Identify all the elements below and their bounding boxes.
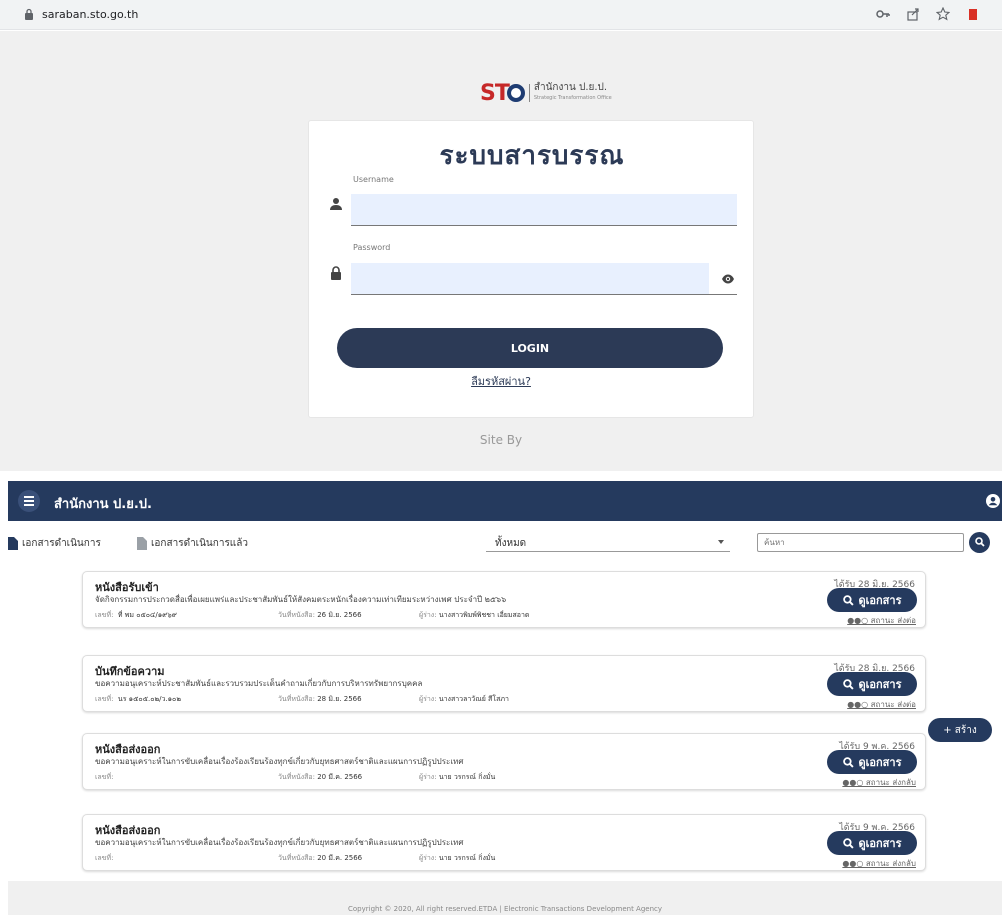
site-by-text: Site By <box>479 433 523 447</box>
username-label: Username <box>353 175 394 184</box>
browser-address-bar: saraban.sto.go.th <box>0 0 1002 30</box>
magnifier-icon <box>842 837 854 849</box>
magnifier-icon <box>974 537 985 547</box>
status-link[interactable]: ●●○ สถานะ ส่งกลับ <box>842 776 916 789</box>
filter-selected-value: ทั้งหมด <box>495 538 527 549</box>
username-input[interactable] <box>351 194 737 226</box>
doc-author: นาย วรกรณ์ กิ่งมั่น <box>438 854 496 862</box>
logo-ring-icon <box>506 84 525 102</box>
tab-label: เอกสารดำเนินการแล้ว <box>151 538 248 549</box>
tab-label: เอกสารดำเนินการ <box>22 538 101 549</box>
doc-date: 28 มิ.ย. 2566 <box>317 695 362 703</box>
app-header: สำนักงาน ป.ย.ป. <box>8 481 1002 521</box>
doc-number: ที่ พม ๐๕๐๔/๑๙๖๙ <box>117 611 177 619</box>
magnifier-icon <box>842 756 854 768</box>
account-icon[interactable] <box>986 494 1000 508</box>
star-icon[interactable] <box>936 7 950 21</box>
footer: Copyright © 2020, All right reserved.ETD… <box>8 881 1002 915</box>
search-button[interactable] <box>969 532 990 553</box>
view-document-button[interactable]: ดูเอกสาร <box>827 831 917 855</box>
tab-completed-docs[interactable]: เอกสารดำเนินการแล้ว <box>137 536 248 551</box>
user-icon <box>330 198 342 210</box>
key-icon[interactable] <box>876 7 890 21</box>
share-icon[interactable] <box>906 7 920 21</box>
status-link[interactable]: ●●○ สถานะ ส่งต่อ <box>847 614 916 627</box>
doc-subject: ขอความอนุเคราะห์ในการขับเคลื่อนเรื่องร้อ… <box>95 757 464 766</box>
logo-subtext: Strategic Transformation Office <box>533 95 612 101</box>
forgot-password-link[interactable]: ลืมรหัสผ่าน? <box>0 372 1002 390</box>
hamburger-menu-icon[interactable] <box>18 490 40 512</box>
url-text[interactable]: saraban.sto.go.th <box>42 8 138 21</box>
sto-logo: ST สำนักงาน ป.ย.ป. Strategic Transformati… <box>480 80 612 106</box>
document-icon <box>8 537 18 550</box>
doc-author: นาย วรกรณ์ กิ่งมั่น <box>438 773 496 781</box>
magnifier-icon <box>842 678 854 690</box>
doc-date: 26 มิ.ย. 2566 <box>317 611 362 619</box>
status-link[interactable]: ●●○ สถานะ ส่งกลับ <box>842 857 916 870</box>
document-list: หนังสือรับเข้า จัดกิจกรรมการประกวดสื่อเพ… <box>8 561 1002 871</box>
logo-text: สำนักงาน ป.ย.ป. <box>533 82 608 93</box>
doc-subject: จัดกิจกรรมการประกวดสื่อเพื่อเผยแพร่และปร… <box>95 595 507 604</box>
padlock-icon <box>331 266 341 280</box>
view-document-button[interactable]: ดูเอกสาร <box>827 750 917 774</box>
list-item[interactable]: หนังสือรับเข้า จัดกิจกรรมการประกวดสื่อเพ… <box>82 571 926 628</box>
doc-number: นร ๑๕๐๕.๐๒/ว.๑๐๒ <box>117 695 181 703</box>
document-icon <box>137 537 147 550</box>
list-item[interactable]: หนังสือส่งออก ขอความอนุเคราะห์ในการขับเค… <box>82 814 926 871</box>
doc-date: 20 มี.ค. 2566 <box>317 773 363 781</box>
copyright-text: Copyright © 2020, All right reserved.ETD… <box>348 905 662 913</box>
list-item[interactable]: บันทึกข้อความ ขอความอนุเคราะห์ประชาสัมพั… <box>82 655 926 712</box>
eye-icon[interactable] <box>721 272 735 286</box>
filter-select[interactable]: ทั้งหมด <box>486 530 730 552</box>
extension-icon[interactable] <box>966 7 980 21</box>
password-input[interactable] <box>351 263 709 295</box>
doc-subject: ขอความอนุเคราะห์ในการขับเคลื่อนเรื่องร้อ… <box>95 838 464 847</box>
view-document-button[interactable]: ดูเอกสาร <box>827 672 917 696</box>
lock-icon <box>25 8 33 20</box>
login-button[interactable]: LOGIN <box>337 328 723 368</box>
doc-author: นางสาวพิมพ์พิชชา เอี่ยมสอาด <box>438 611 530 619</box>
create-button[interactable]: + สร้าง <box>928 718 992 742</box>
doc-date: 20 มี.ค. 2566 <box>317 854 363 862</box>
doc-author: นางสาวลาวัณย์ สีโสภา <box>438 695 509 703</box>
address-pill[interactable] <box>8 3 996 27</box>
logo-mark: ST <box>480 80 510 106</box>
view-document-button[interactable]: ดูเอกสาร <box>827 588 917 612</box>
list-item[interactable]: หนังสือส่งออก ขอความอนุเคราะห์ในการขับเค… <box>82 733 926 790</box>
password-label: Password <box>353 243 391 252</box>
login-title: ระบบสารบรรณ <box>439 141 625 171</box>
caret-down-icon <box>718 540 724 544</box>
search-input[interactable] <box>757 533 964 552</box>
app-title: สำนักงาน ป.ย.ป. <box>54 497 152 512</box>
magnifier-icon <box>842 594 854 606</box>
status-link[interactable]: ●●○ สถานะ ส่งต่อ <box>847 698 916 711</box>
doc-subject: ขอความอนุเคราะห์ประชาสัมพันธ์และรวบรวมปร… <box>95 679 423 688</box>
tab-pending-docs[interactable]: เอกสารดำเนินการ <box>8 536 101 551</box>
